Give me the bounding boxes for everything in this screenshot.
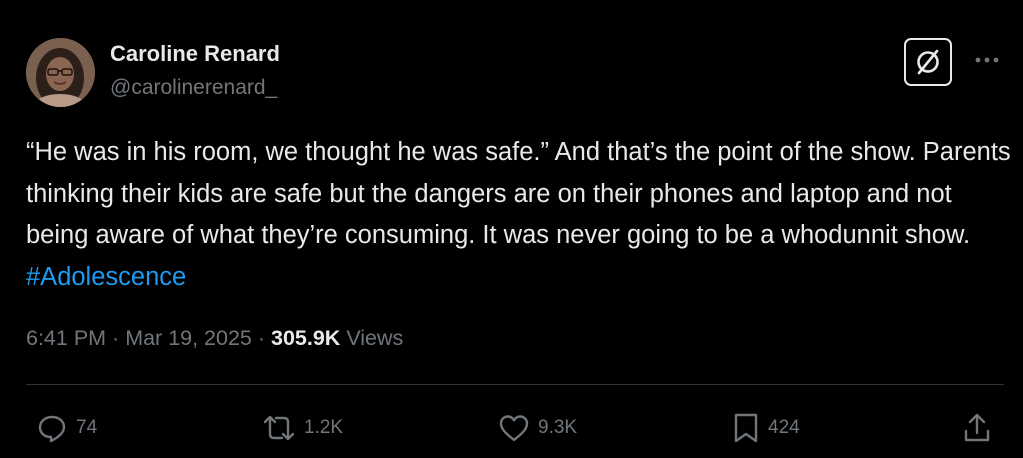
avatar[interactable] <box>26 38 95 107</box>
like-button[interactable]: 9.3K <box>498 410 577 446</box>
hashtag-link[interactable]: #Adolescence <box>26 263 186 291</box>
tweet-date[interactable]: Mar 19, 2025 <box>125 326 252 350</box>
avatar-image <box>26 38 95 107</box>
divider <box>26 384 1004 385</box>
meta-separator: · <box>106 326 126 350</box>
bookmark-icon <box>732 412 760 444</box>
grok-button[interactable] <box>904 38 952 86</box>
bookmark-button[interactable]: 424 <box>732 410 800 446</box>
views-count[interactable]: 305.9K <box>271 326 340 350</box>
tweet-text: “He was in his room, we thought he was s… <box>26 132 1016 298</box>
views-label: Views <box>340 326 404 350</box>
tweet-text-body: “He was in his room, we thought he was s… <box>26 138 1011 249</box>
reply-count: 74 <box>76 417 98 438</box>
meta-separator: · <box>251 326 271 350</box>
repost-count: 1.2K <box>304 417 344 438</box>
share-icon <box>962 412 992 444</box>
grok-icon <box>917 49 939 75</box>
author-handle[interactable]: @carolinerenard_ <box>110 76 277 100</box>
share-button[interactable] <box>962 410 1000 446</box>
tweet: Caroline Renard @carolinerenard_ “He was… <box>0 0 1023 458</box>
repost-button[interactable]: 1.2K <box>262 410 343 446</box>
repost-icon <box>262 413 296 443</box>
more-button[interactable] <box>972 50 1002 70</box>
tweet-time[interactable]: 6:41 PM <box>26 326 106 350</box>
tweet-meta: 6:41 PM · Mar 19, 2025 · 305.9K Views <box>26 326 403 351</box>
like-count: 9.3K <box>538 417 578 438</box>
author-name[interactable]: Caroline Renard <box>110 41 280 67</box>
reply-icon <box>36 412 68 444</box>
more-icon <box>975 57 999 63</box>
reply-button[interactable]: 74 <box>36 410 97 446</box>
bookmark-count: 424 <box>768 417 800 438</box>
like-icon <box>498 413 530 443</box>
